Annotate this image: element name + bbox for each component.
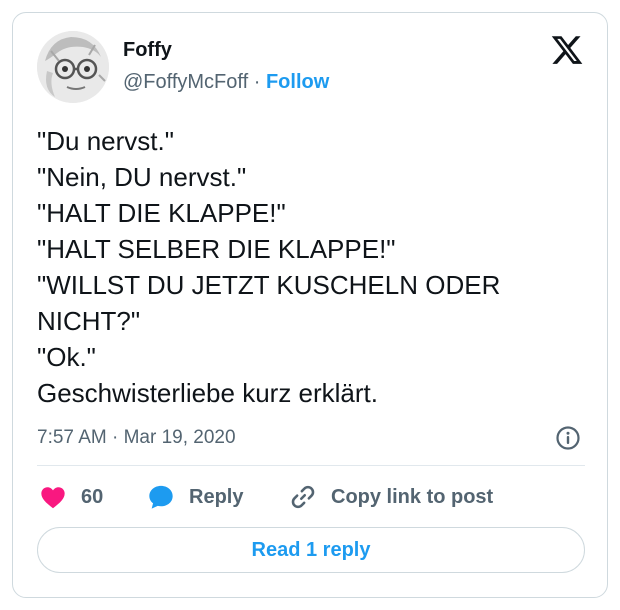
link-icon: [291, 485, 315, 509]
tweet-line: "HALT DIE KLAPPE!": [37, 198, 286, 228]
avatar-image: [37, 31, 109, 103]
copy-link-label: Copy link to post: [331, 485, 494, 508]
reply-label: Reply: [189, 485, 244, 508]
copy-link-button[interactable]: Copy link to post: [289, 481, 493, 513]
tweet-line: "Nein, DU nervst.": [37, 162, 247, 192]
tweet-line: "HALT SELBER DIE KLAPPE!": [37, 234, 396, 264]
tweet-timestamp[interactable]: 7:57 AM · Mar 19, 2020: [37, 427, 236, 449]
author-name[interactable]: Foffy: [123, 39, 172, 62]
follow-button[interactable]: Follow: [266, 71, 329, 93]
tweet-line: NICHT?": [37, 306, 141, 336]
tweet-text: "Du nervst." "Nein, DU nervst." "HALT DI…: [37, 123, 587, 411]
author-handle[interactable]: @FoffyMcFoff: [123, 71, 248, 93]
info-icon[interactable]: [555, 425, 581, 451]
heart-icon: [41, 487, 65, 509]
separator-dot: ·: [253, 71, 261, 93]
action-bar: 60 Reply Copy link to post: [37, 481, 587, 513]
speech-bubble-icon: [149, 485, 173, 509]
tweet-line: "WILLST DU JETZT KUSCHELN ODER: [37, 270, 501, 300]
read-replies-button[interactable]: Read 1 reply: [37, 527, 585, 573]
read-replies-label: Read 1 reply: [251, 538, 371, 561]
reply-button[interactable]: Reply: [147, 481, 243, 513]
tweet-line: Geschwisterliebe kurz erklärt.: [37, 378, 378, 408]
tweet-line: "Ok.": [37, 342, 96, 372]
x-logo-icon[interactable]: [550, 33, 584, 67]
divider: [37, 465, 585, 466]
embedded-tweet-card: Foffy @FoffyMcFoff · Follow "Du nervst."…: [12, 12, 608, 598]
author-handle-row: @FoffyMcFoff · Follow: [123, 71, 329, 94]
like-button[interactable]: 60: [39, 481, 103, 513]
like-count: 60: [81, 485, 104, 508]
tweet-line: "Du nervst.": [37, 126, 174, 156]
avatar[interactable]: [37, 31, 109, 103]
